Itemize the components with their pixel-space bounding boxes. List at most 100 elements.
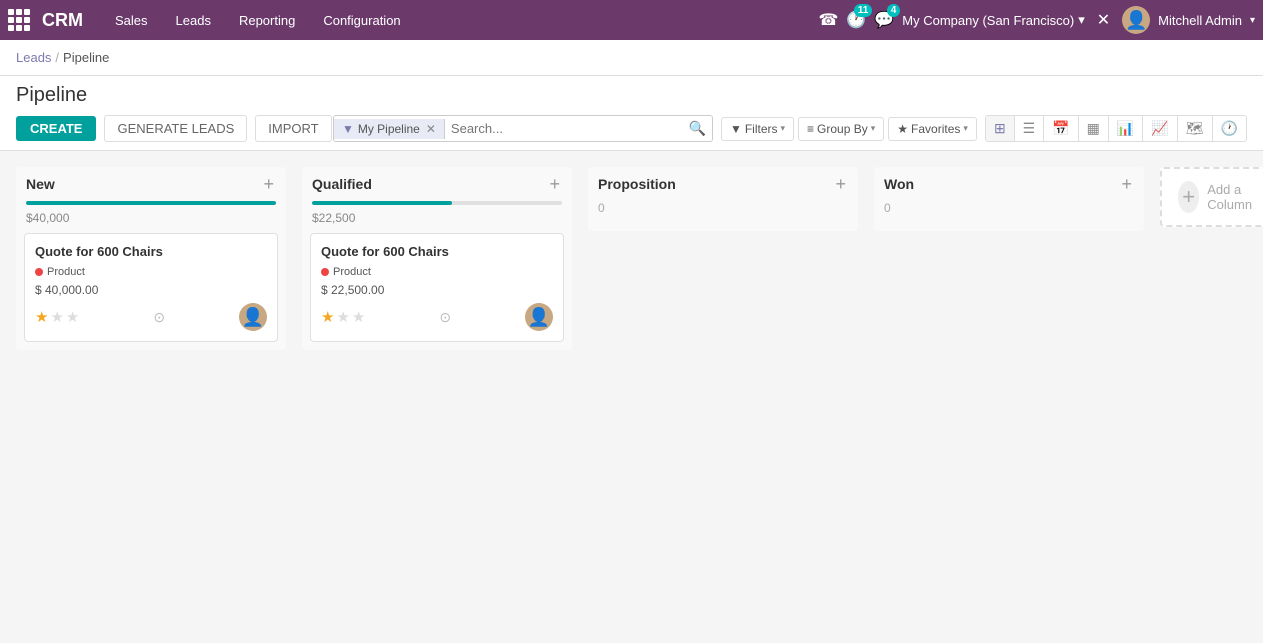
- import-button[interactable]: IMPORT: [255, 115, 331, 142]
- card-title: Quote for 600 Chairs: [35, 244, 267, 259]
- card-amount: $ 22,500.00: [321, 283, 553, 297]
- card-menu-icon[interactable]: ⊙: [153, 309, 165, 326]
- phone-icon[interactable]: ☎: [818, 10, 838, 30]
- breadcrumb-parent[interactable]: Leads: [16, 50, 51, 65]
- kanban-view-button[interactable]: ⊞: [986, 116, 1015, 141]
- filter-controls: ▼ Filters ▾ ≡ Group By ▾ ★ Favorites ▾: [721, 117, 977, 141]
- cards-qualified: Quote for 600 Chairs Product $ 22,500.00…: [302, 233, 572, 350]
- kanban-column-new: New + $40,000 Quote for 600 Chairs Produ…: [16, 167, 286, 350]
- column-count-won: 0: [874, 201, 1144, 223]
- star-icon: ★: [897, 122, 908, 136]
- page-header: Pipeline CREATE GENERATE LEADS IMPORT ▼ …: [0, 76, 1263, 151]
- column-add-proposition[interactable]: +: [833, 175, 848, 193]
- progress-bar-new: [26, 201, 276, 205]
- search-submit-icon[interactable]: 🔍: [683, 116, 712, 141]
- table-view-button[interactable]: ▦: [1079, 116, 1109, 141]
- page-title: Pipeline: [16, 84, 1247, 107]
- bar-chart-view-button[interactable]: 📊: [1109, 116, 1143, 141]
- card-footer: ★ ★ ★ ⊙ 👤: [321, 303, 553, 331]
- group-by-button[interactable]: ≡ Group By ▾: [798, 117, 884, 141]
- column-count-proposition: 0: [588, 201, 858, 223]
- tag-dot: [321, 268, 329, 276]
- cards-proposition: [588, 223, 858, 231]
- calendar-view-button[interactable]: 📅: [1044, 116, 1078, 141]
- table-row[interactable]: Quote for 600 Chairs Product $ 40,000.00…: [24, 233, 278, 342]
- column-add-qualified[interactable]: +: [547, 175, 562, 193]
- star-1[interactable]: ★: [321, 308, 334, 326]
- kanban-board: New + $40,000 Quote for 600 Chairs Produ…: [0, 151, 1263, 366]
- cards-won: [874, 223, 1144, 231]
- avatar: 👤: [525, 303, 553, 331]
- breadcrumb-current: Pipeline: [63, 50, 109, 65]
- tag-label: Product: [47, 266, 85, 278]
- user-name[interactable]: Mitchell Admin: [1158, 13, 1242, 28]
- menu-item-reporting[interactable]: Reporting: [227, 9, 307, 32]
- brand-logo[interactable]: CRM: [42, 10, 83, 31]
- column-add-won[interactable]: +: [1119, 175, 1134, 193]
- column-title-qualified: Qualified: [312, 176, 372, 192]
- company-selector[interactable]: My Company (San Francisco) ▾: [902, 12, 1084, 28]
- favorites-button[interactable]: ★ Favorites ▾: [888, 117, 977, 141]
- chip-close-icon[interactable]: ✕: [426, 122, 436, 136]
- view-icons: ⊞ ☰ 📅 ▦ 📊 📈 🗺 🕐: [985, 115, 1247, 142]
- menu-item-sales[interactable]: Sales: [103, 9, 160, 32]
- generate-leads-button[interactable]: GENERATE LEADS: [104, 115, 247, 142]
- star-3[interactable]: ★: [66, 308, 79, 326]
- navbar: CRM Sales Leads Reporting Configuration …: [0, 0, 1263, 40]
- star-3[interactable]: ★: [352, 308, 365, 326]
- column-add-new[interactable]: +: [261, 175, 276, 193]
- card-title: Quote for 600 Chairs: [321, 244, 553, 259]
- kanban-column-proposition: Proposition + 0: [588, 167, 858, 231]
- menu-item-leads[interactable]: Leads: [164, 9, 223, 32]
- star-2[interactable]: ★: [50, 308, 63, 326]
- apps-icon[interactable]: [8, 9, 30, 31]
- list-view-button[interactable]: ☰: [1015, 116, 1045, 141]
- tag-label: Product: [333, 266, 371, 278]
- filter-chip-label: My Pipeline: [358, 122, 420, 136]
- clock-view-button[interactable]: 🕐: [1213, 116, 1246, 141]
- right-actions: ▼ My Pipeline ✕ 🔍 ▼ Filters ▾ ≡ Group By…: [333, 115, 1247, 142]
- kanban-column-won: Won + 0: [874, 167, 1144, 231]
- add-column-button[interactable]: + Add a Column: [1160, 167, 1263, 227]
- messages-badge: 4: [887, 4, 901, 17]
- card-amount: $ 40,000.00: [35, 283, 267, 297]
- search-input[interactable]: [445, 118, 683, 139]
- add-column-plus-icon: +: [1178, 181, 1199, 213]
- progress-fill-qualified: [312, 201, 452, 205]
- filters-button[interactable]: ▼ Filters ▾: [721, 117, 794, 141]
- star-rating: ★ ★ ★: [35, 308, 79, 326]
- column-amount-new: $40,000: [16, 211, 286, 233]
- card-tag: Product: [321, 266, 371, 278]
- progress-fill-new: [26, 201, 276, 205]
- menu-item-configuration[interactable]: Configuration: [311, 9, 412, 32]
- page-actions-row: CREATE GENERATE LEADS IMPORT ▼ My Pipeli…: [16, 115, 1247, 150]
- column-header-qualified: Qualified +: [302, 167, 572, 201]
- map-view-button[interactable]: 🗺: [1178, 116, 1213, 141]
- groupby-icon: ≡: [807, 122, 814, 136]
- messages-icon[interactable]: 💬 4: [874, 10, 894, 30]
- cards-new: Quote for 600 Chairs Product $ 40,000.00…: [16, 233, 286, 350]
- line-chart-view-button[interactable]: 📈: [1143, 116, 1177, 141]
- card-menu-icon[interactable]: ⊙: [439, 309, 451, 326]
- filter-icon: ▼: [730, 122, 742, 136]
- table-row[interactable]: Quote for 600 Chairs Product $ 22,500.00…: [310, 233, 564, 342]
- user-chevron[interactable]: ▾: [1250, 15, 1255, 26]
- star-1[interactable]: ★: [35, 308, 48, 326]
- close-icon[interactable]: ✕: [1093, 10, 1114, 30]
- tag-dot: [35, 268, 43, 276]
- funnel-icon: ▼: [342, 122, 354, 136]
- kanban-column-qualified: Qualified + $22,500 Quote for 600 Chairs…: [302, 167, 572, 350]
- search-bar: ▼ My Pipeline ✕ 🔍: [333, 115, 713, 142]
- left-actions: CREATE GENERATE LEADS IMPORT: [16, 115, 332, 142]
- progress-bar-qualified: [312, 201, 562, 205]
- filter-chip: ▼ My Pipeline ✕: [334, 119, 445, 139]
- activity-icon[interactable]: 🕐 11: [846, 10, 866, 30]
- navbar-right: ☎ 🕐 11 💬 4 My Company (San Francisco) ▾ …: [818, 6, 1255, 34]
- avatar: 👤: [1122, 6, 1150, 34]
- create-button[interactable]: CREATE: [16, 116, 96, 141]
- column-header-new: New +: [16, 167, 286, 201]
- column-header-won: Won +: [874, 167, 1144, 201]
- star-2[interactable]: ★: [336, 308, 349, 326]
- main-menu: Sales Leads Reporting Configuration: [103, 9, 413, 32]
- star-rating: ★ ★ ★: [321, 308, 365, 326]
